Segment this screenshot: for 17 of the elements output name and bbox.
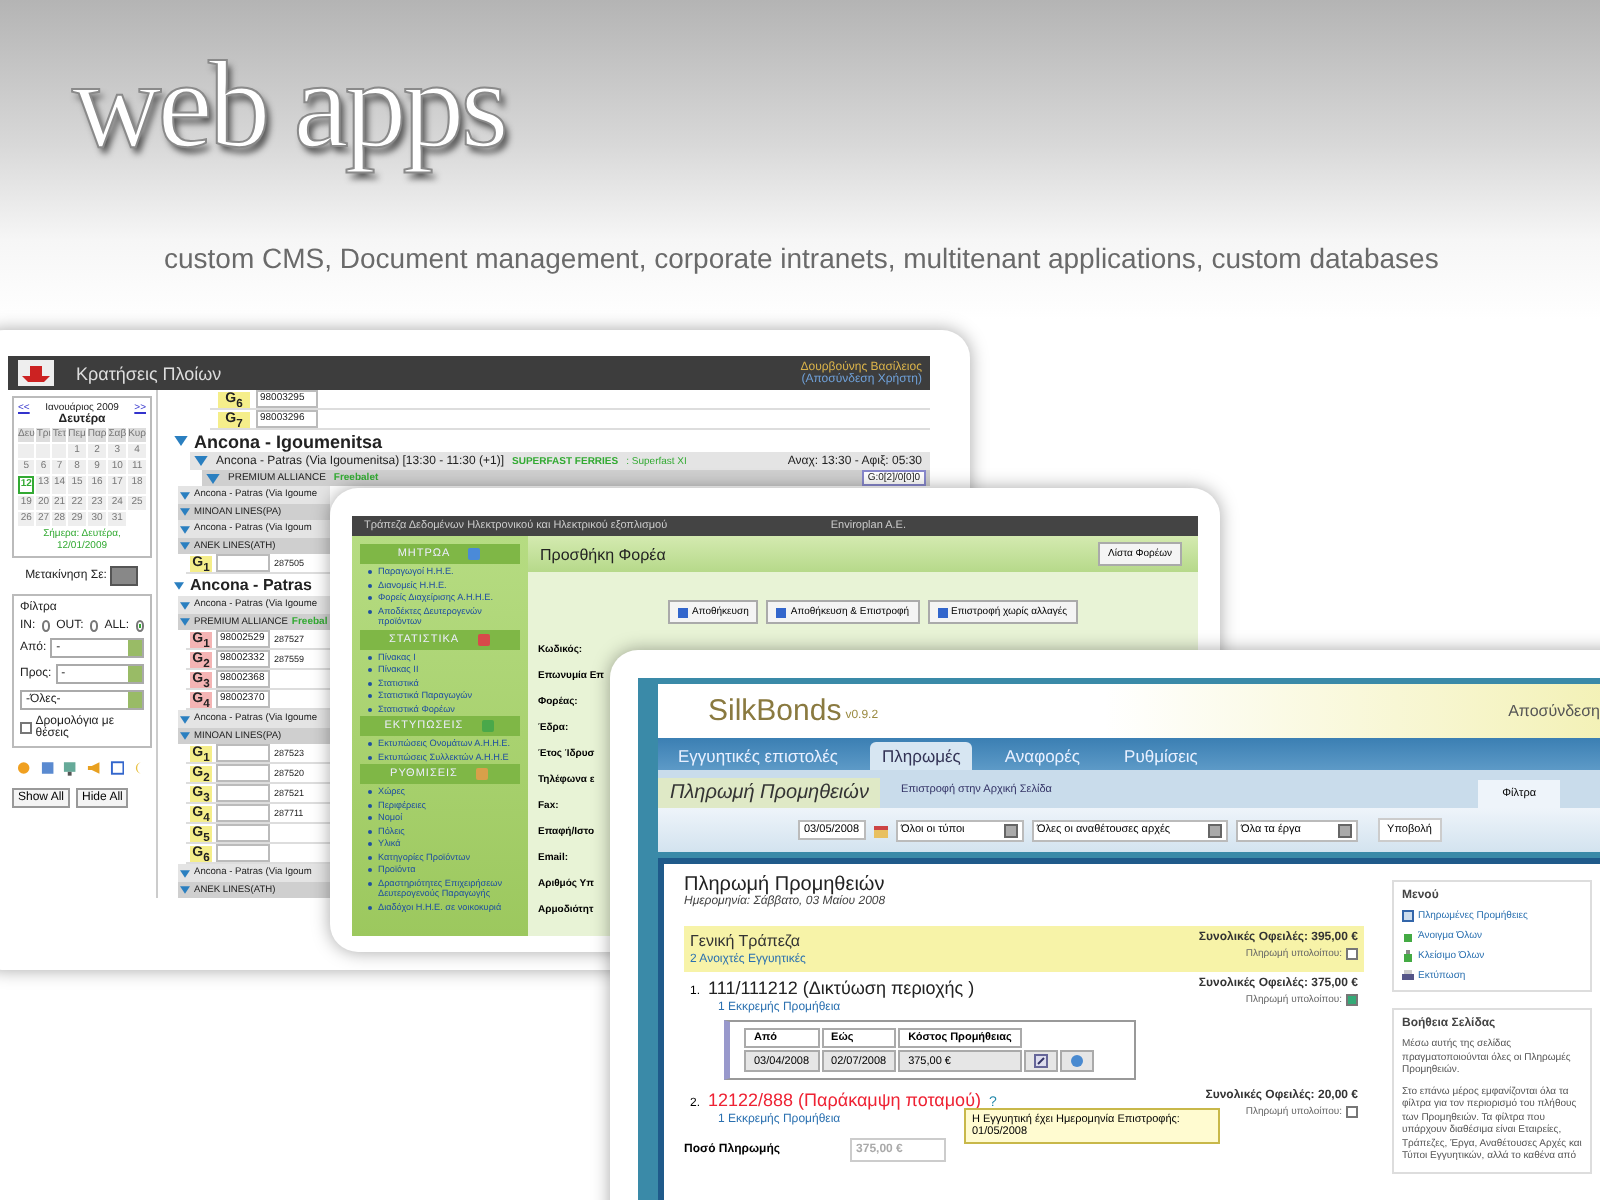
nav-tab[interactable]: Ρυθμίσεις bbox=[1112, 742, 1210, 770]
nav-tab[interactable]: Εγγυητικές επιστολές bbox=[666, 742, 851, 770]
page-tab[interactable]: Πληρωμή Προμηθειών bbox=[658, 778, 881, 808]
brand-title: web apps bbox=[72, 44, 505, 168]
app-logo: SilkBonds bbox=[708, 694, 842, 728]
nav-tab[interactable]: Πληρωμές bbox=[870, 742, 973, 770]
nav-tab[interactable]: Αναφορές bbox=[992, 742, 1093, 770]
route-title: Ancona - Igoumenitsa bbox=[194, 431, 383, 451]
page-heading: Πληρωμή Προμηθειών bbox=[684, 874, 887, 896]
logout-link[interactable]: Αποσύνδεση bbox=[1508, 702, 1600, 720]
bond-title: 12122/888 (Παράκαμψη ποταμού) bbox=[708, 1090, 981, 1110]
route-title: Ancona - Patras bbox=[190, 576, 312, 594]
bond-title: 111/111212 (Δικτύωση περιοχής ) bbox=[708, 978, 975, 998]
app-title: Κρατήσεις Πλοίων bbox=[76, 363, 222, 383]
page-title: Προσθήκη Φορέα bbox=[540, 545, 666, 563]
subtitle: custom CMS, Document management, corporate intranets, multitenant applications, custom databases bbox=[164, 242, 1439, 274]
bank-name: Γενική Τράπεζα bbox=[690, 932, 803, 950]
